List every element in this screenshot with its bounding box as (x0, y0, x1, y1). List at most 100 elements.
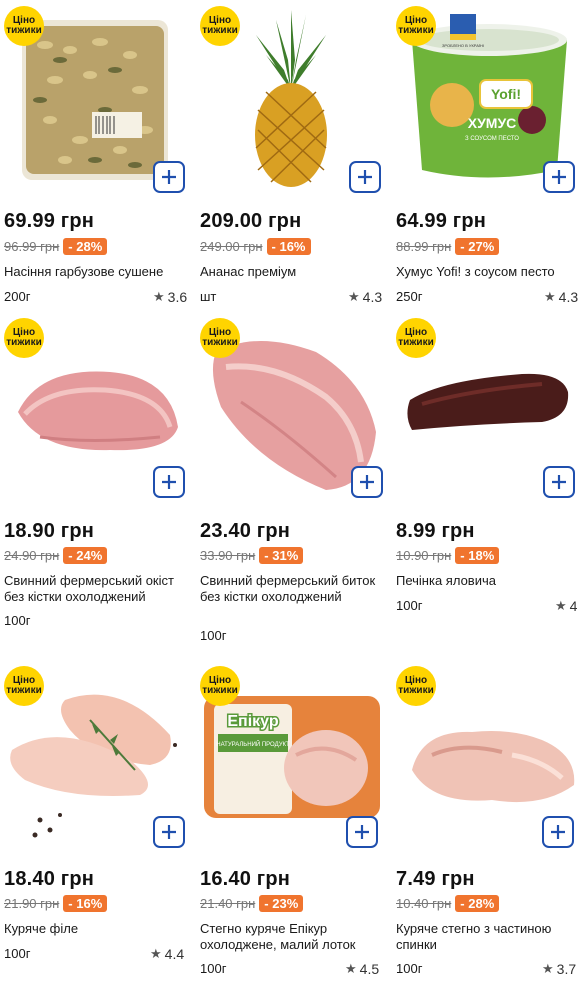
old-price-row: 96.99 грн - 28% (4, 238, 108, 255)
discount-badge: - 28% (63, 238, 108, 255)
discount-badge: - 24% (63, 547, 108, 564)
star-icon: ★ (348, 289, 360, 304)
star-icon: ★ (544, 289, 556, 304)
old-price: 88.99 грн (396, 239, 452, 254)
add-to-cart-button[interactable] (153, 161, 185, 193)
pack-brand: Епікур (227, 713, 278, 730)
product-price: 69.99 грн (4, 210, 95, 232)
plus-icon (551, 825, 565, 839)
product-unit: 100г (4, 613, 31, 628)
add-to-cart-button[interactable] (349, 161, 381, 193)
old-price-row: 21.40 грн - 23% (200, 895, 304, 912)
discount-badge: - 28% (455, 895, 500, 912)
plus-icon (162, 170, 176, 184)
old-price: 249.00 грн (200, 239, 263, 254)
plus-icon (552, 170, 566, 184)
pack-brand: Yofi! (491, 86, 521, 102)
product-unit: 100г (4, 946, 31, 961)
old-price-row: 10.40 грн - 28% (396, 895, 500, 912)
old-price-row: 249.00 грн - 16% (200, 238, 311, 255)
old-price-row: 88.99 грн - 27% (396, 238, 500, 255)
product-name[interactable]: Хумус Yofi! з соусом песто (396, 264, 582, 280)
pack-label: НАТУРАЛЬНИЙ ПРОДУКТ (216, 740, 290, 748)
old-price: 10.90 грн (396, 548, 452, 563)
add-to-cart-button[interactable] (351, 466, 383, 498)
product-price: 8.99 грн (396, 520, 475, 542)
old-price: 96.99 грн (4, 239, 60, 254)
discount-badge: - 23% (259, 895, 304, 912)
pack-title: ХУМУС (468, 115, 517, 131)
product-price: 16.40 грн (200, 868, 291, 890)
rating: ★ 4.3 (348, 289, 383, 305)
discount-badge: - 31% (259, 547, 304, 564)
star-icon: ★ (150, 946, 162, 961)
promo-badge: Ціно тижики (396, 6, 436, 46)
rating: ★ 3.6 (153, 289, 188, 305)
old-price-row: 24.90 грн - 24% (4, 547, 108, 564)
made-in-ukraine: ЗРОБЛЕНО В УКРАЇНІ (442, 43, 484, 48)
product-name[interactable]: Куряче стегно з частиною спинки (396, 921, 582, 953)
add-to-cart-button[interactable] (153, 816, 185, 848)
old-price: 21.40 грн (200, 896, 256, 911)
old-price: 33.90 грн (200, 548, 256, 563)
add-to-cart-button[interactable] (543, 161, 575, 193)
rating: ★ 4.5 (345, 961, 380, 977)
discount-badge: - 27% (455, 238, 500, 255)
rating: ★ 4 (555, 598, 578, 614)
product-unit: 100г (396, 598, 423, 613)
star-icon: ★ (345, 961, 357, 976)
old-price: 10.40 грн (396, 896, 452, 911)
rating: ★ 4.3 (544, 289, 579, 305)
product-price: 7.49 грн (396, 868, 475, 890)
product-unit: 100г (200, 961, 227, 976)
product-name[interactable]: Ананас преміум (200, 264, 386, 280)
product-name[interactable]: Свинний фермерський окіст без кістки охо… (4, 573, 190, 605)
pack-subtitle: З СОУСОМ ПЕСТО (465, 136, 519, 142)
product-price: 209.00 грн (200, 210, 302, 232)
promo-badge: Ціно тижики (4, 666, 44, 706)
product-price: 18.90 грн (4, 520, 95, 542)
promo-badge: Ціно тижики (200, 666, 240, 706)
plus-icon (360, 475, 374, 489)
promo-badge: Ціно тижики (396, 318, 436, 358)
add-to-cart-button[interactable] (346, 816, 378, 848)
star-icon: ★ (542, 961, 554, 976)
product-name[interactable]: Куряче філе (4, 921, 190, 937)
product-price: 18.40 грн (4, 868, 95, 890)
old-price: 21.90 грн (4, 896, 60, 911)
product-unit: шт (200, 289, 217, 304)
product-name[interactable]: Печінка яловича (396, 573, 582, 589)
promo-badge: Ціно тижики (200, 318, 240, 358)
rating: ★ 4.4 (150, 946, 185, 962)
product-unit: 200г (4, 289, 31, 304)
plus-icon (162, 475, 176, 489)
star-icon: ★ (153, 289, 165, 304)
old-price-row: 10.90 грн - 18% (396, 547, 500, 564)
promo-badge: Ціно тижики (396, 666, 436, 706)
plus-icon (162, 825, 176, 839)
add-to-cart-button[interactable] (153, 466, 185, 498)
promo-badge: Ціно тижики (200, 6, 240, 46)
discount-badge: - 18% (455, 547, 500, 564)
plus-icon (355, 825, 369, 839)
old-price: 24.90 грн (4, 548, 60, 563)
old-price-row: 33.90 грн - 31% (200, 547, 304, 564)
old-price-row: 21.90 грн - 16% (4, 895, 108, 912)
product-unit: 250г (396, 289, 423, 304)
product-name[interactable]: Свинний фермерський биток без кістки охо… (200, 573, 386, 605)
add-to-cart-button[interactable] (543, 466, 575, 498)
star-icon: ★ (555, 598, 567, 613)
rating: ★ 3.7 (542, 961, 577, 977)
plus-icon (358, 170, 372, 184)
promo-badge: Ціно тижики (4, 318, 44, 358)
product-price: 23.40 грн (200, 520, 291, 542)
discount-badge: - 16% (266, 238, 311, 255)
product-unit: 100г (200, 628, 227, 643)
product-unit: 100г (396, 961, 423, 976)
plus-icon (552, 475, 566, 489)
add-to-cart-button[interactable] (542, 816, 574, 848)
product-name[interactable]: Стегно куряче Епікур охолоджене, малий л… (200, 921, 386, 953)
promo-badge: Ціно тижики (4, 6, 44, 46)
product-name[interactable]: Насіння гарбузове сушене (4, 264, 190, 280)
product-price: 64.99 грн (396, 210, 487, 232)
